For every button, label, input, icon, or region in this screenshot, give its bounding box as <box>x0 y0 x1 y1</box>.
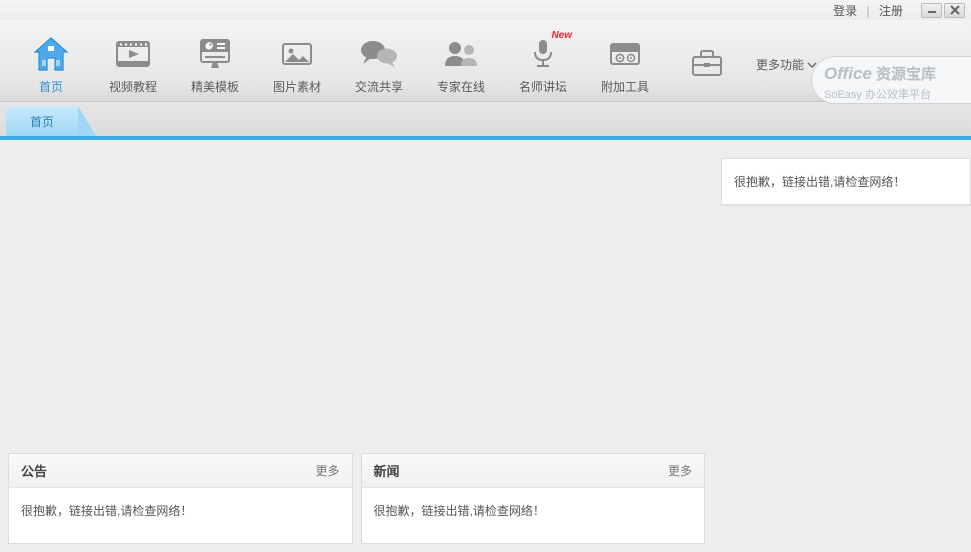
tab-strip: 首页 <box>0 102 971 140</box>
toolbox-icon <box>666 43 748 83</box>
side-panel: 很抱歉，链接出错,请检查网络！ <box>721 158 971 206</box>
login-link[interactable]: 登录 <box>833 4 857 18</box>
title-bar: 登录 | 注册 <box>0 0 971 20</box>
mic-icon <box>502 34 584 74</box>
minimize-icon <box>927 6 937 14</box>
panel-body: 很抱歉，链接出错,请检查网络！ <box>9 488 352 543</box>
panel-body: 很抱歉，链接出错,请检查网络！ <box>362 488 705 543</box>
toolbar-item-images[interactable]: 图片素材 <box>256 34 338 95</box>
content-area: 公告 更多 很抱歉，链接出错,请检查网络！ 新闻 更多 很抱歉，链接出错,请检查… <box>0 140 971 552</box>
home-icon <box>10 34 92 74</box>
chat-icon <box>338 34 420 74</box>
toolbar-label: 精美模板 <box>174 78 256 95</box>
brand-line2: SoEasy 办公效率平台 <box>824 86 959 102</box>
image-icon <box>256 34 338 74</box>
separator: | <box>867 4 870 18</box>
panel-more-link[interactable]: 更多 <box>668 462 692 479</box>
register-link[interactable]: 注册 <box>879 4 903 18</box>
close-button[interactable] <box>944 3 965 18</box>
minimize-button[interactable] <box>921 3 942 18</box>
panel-title: 公告 <box>21 461 47 480</box>
toolbar: 首页 视频教程 精美模板 图片素材 交流共享 专家在线 New <box>0 20 971 102</box>
tools-icon <box>584 34 666 74</box>
toolbar-item-template[interactable]: 精美模板 <box>174 34 256 95</box>
side-body: 很抱歉，链接出错,请检查网络！ <box>722 159 970 205</box>
toolbar-label: 专家在线 <box>420 78 502 95</box>
more-functions[interactable]: 更多功能 <box>756 56 817 73</box>
toolbar-item-tools[interactable]: 附加工具 <box>584 34 666 95</box>
people-icon <box>420 34 502 74</box>
side-column: 很抱歉，链接出错,请检查网络！ <box>721 158 971 552</box>
toolbar-label: 图片素材 <box>256 78 338 95</box>
brand-badge: Office 资源宝库 SoEasy 办公效率平台 <box>811 56 971 104</box>
toolbar-item-lecture[interactable]: New 名师讲坛 <box>502 34 584 95</box>
toolbar-item-video[interactable]: 视频教程 <box>92 34 174 95</box>
main-spacer <box>8 148 705 453</box>
brand-line1: Office 资源宝库 <box>824 63 959 84</box>
panel-more-link[interactable]: 更多 <box>315 462 339 479</box>
panel-title: 新闻 <box>374 461 400 480</box>
toolbar-label: 附加工具 <box>584 78 666 95</box>
panel-news: 新闻 更多 很抱歉，链接出错,请检查网络！ <box>361 453 706 544</box>
toolbar-label: 交流共享 <box>338 78 420 95</box>
close-icon <box>950 5 960 15</box>
toolbar-item-addon[interactable] <box>666 43 748 87</box>
toolbar-label: 首页 <box>10 78 92 95</box>
toolbar-item-home[interactable]: 首页 <box>10 34 92 95</box>
tab-home[interactable]: 首页 <box>6 106 78 136</box>
panel-announcements: 公告 更多 很抱歉，链接出错,请检查网络！ <box>8 453 353 544</box>
auth-links: 登录 | 注册 <box>833 2 903 19</box>
bottom-panels: 公告 更多 很抱歉，链接出错,请检查网络！ 新闻 更多 很抱歉，链接出错,请检查… <box>8 453 705 544</box>
template-icon <box>174 34 256 74</box>
tab-label: 首页 <box>30 113 54 130</box>
panel-head: 公告 更多 <box>9 454 352 488</box>
toolbar-item-expert[interactable]: 专家在线 <box>420 34 502 95</box>
toolbar-item-share[interactable]: 交流共享 <box>338 34 420 95</box>
video-icon <box>92 34 174 74</box>
main-column: 公告 更多 很抱歉，链接出错,请检查网络！ 新闻 更多 很抱歉，链接出错,请检查… <box>0 140 713 552</box>
more-label: 更多功能 <box>756 56 804 73</box>
toolbar-label: 名师讲坛 <box>502 78 584 95</box>
panel-head: 新闻 更多 <box>362 454 705 488</box>
toolbar-label: 视频教程 <box>92 78 174 95</box>
